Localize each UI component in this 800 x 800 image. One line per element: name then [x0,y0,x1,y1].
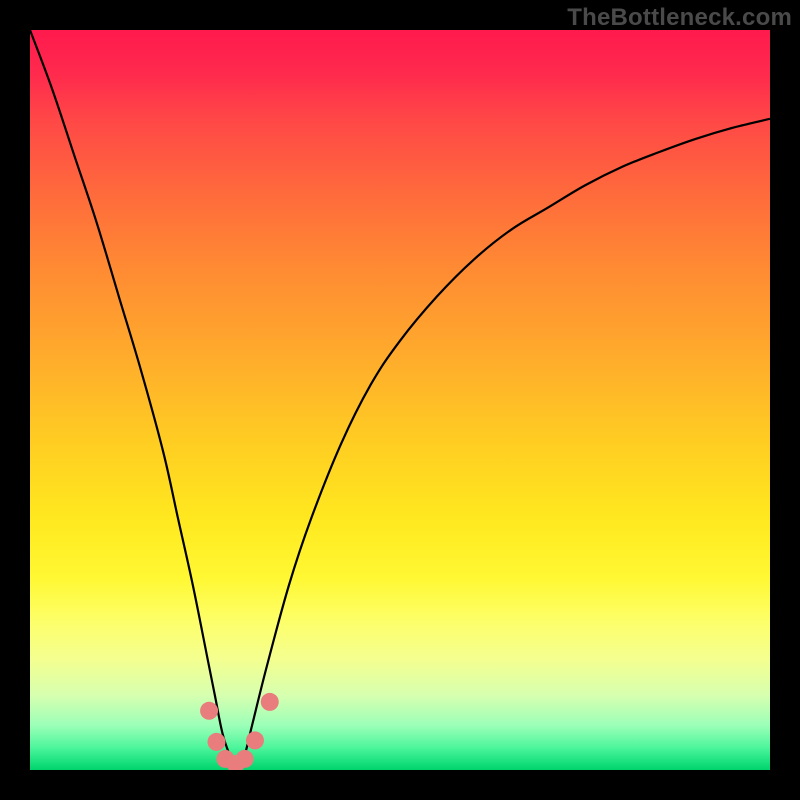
bottleneck-curve [30,30,770,770]
watermark-text: TheBottleneck.com [567,4,792,32]
plot-area [30,30,770,770]
curve-marker [207,733,225,751]
curve-layer [30,30,770,770]
chart-frame: TheBottleneck.com [0,0,800,800]
curve-marker [246,731,264,749]
curve-marker [200,702,218,720]
curve-marker [261,693,279,711]
curve-markers [200,693,279,770]
curve-marker [236,750,254,768]
